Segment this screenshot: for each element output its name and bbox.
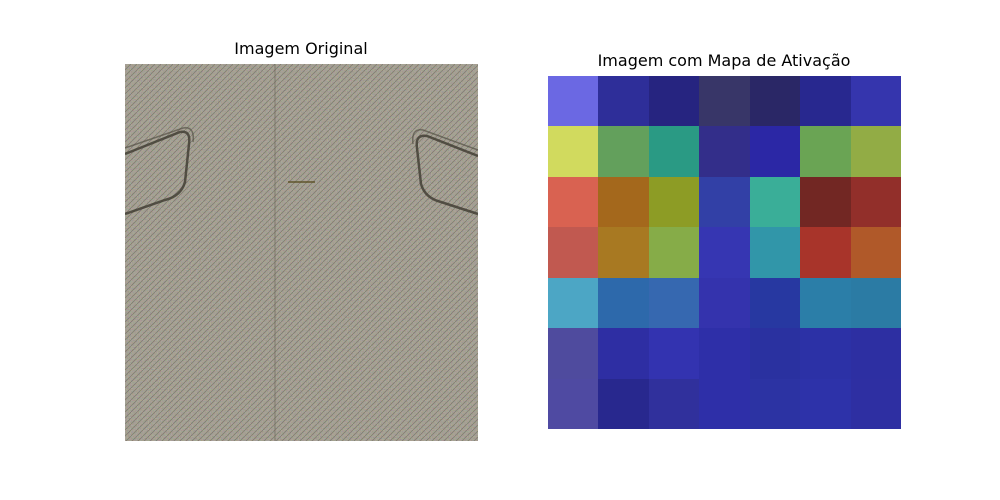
heatmap-cell [598,76,649,127]
heatmap-cell [850,126,901,177]
heatmap-cell [800,126,851,177]
heatmap-cell [598,328,649,379]
original-image [125,64,478,441]
heatmap-cell [598,277,649,329]
heatmap-cell [850,76,901,127]
heatmap-cell [648,176,700,228]
heatmap-cell [850,176,901,228]
heatmap-cell [548,328,599,379]
heatmap-cell [699,126,750,177]
heatmap-cell [749,378,801,429]
heatmap-cell [850,277,901,329]
heatmap-cell [800,176,851,228]
heatmap-cell [699,328,750,379]
heatmap-cell [749,126,801,177]
heatmap-cell [749,328,801,379]
heatmap-cell [800,378,851,429]
heatmap-cell [648,378,700,429]
heatmap-cell [598,176,649,228]
heatmap-cell [699,76,750,127]
heatmap-cell [699,176,750,228]
heatmap-cell [648,328,700,379]
heatmap-cell [648,126,700,177]
heatmap-cell [648,277,700,329]
heatmap-cell [749,176,801,228]
heatmap-cell [598,126,649,177]
heatmap-cell [850,227,901,278]
heatmap-cell [800,227,851,278]
heatmap-cell [548,76,599,127]
heatmap-cell [699,277,750,329]
heatmap-cell [548,126,599,177]
heatmap-cell [749,277,801,329]
heatmap-cell [598,378,649,429]
heatmap-cell [648,227,700,278]
heatmap-cell [800,328,851,379]
heatmap-cell [800,76,851,127]
heatmap-cell [800,277,851,329]
heatmap-cell [850,378,901,429]
heatmap-cell [548,227,599,278]
heatmap-cell [548,378,599,429]
heatmap-cell [749,76,801,127]
heatmap-cell [548,176,599,228]
original-image-title: Imagem Original [234,39,368,58]
activation-map-title: Imagem com Mapa de Ativação [597,51,851,70]
activation-heatmap [548,76,901,429]
heatmap-cell [598,227,649,278]
heatmap-cell [749,227,801,278]
heatmap-cell [648,76,700,127]
heatmap-cell [548,277,599,329]
heatmap-cell [850,328,901,379]
heatmap-cell [699,227,750,278]
heatmap-cell [699,378,750,429]
